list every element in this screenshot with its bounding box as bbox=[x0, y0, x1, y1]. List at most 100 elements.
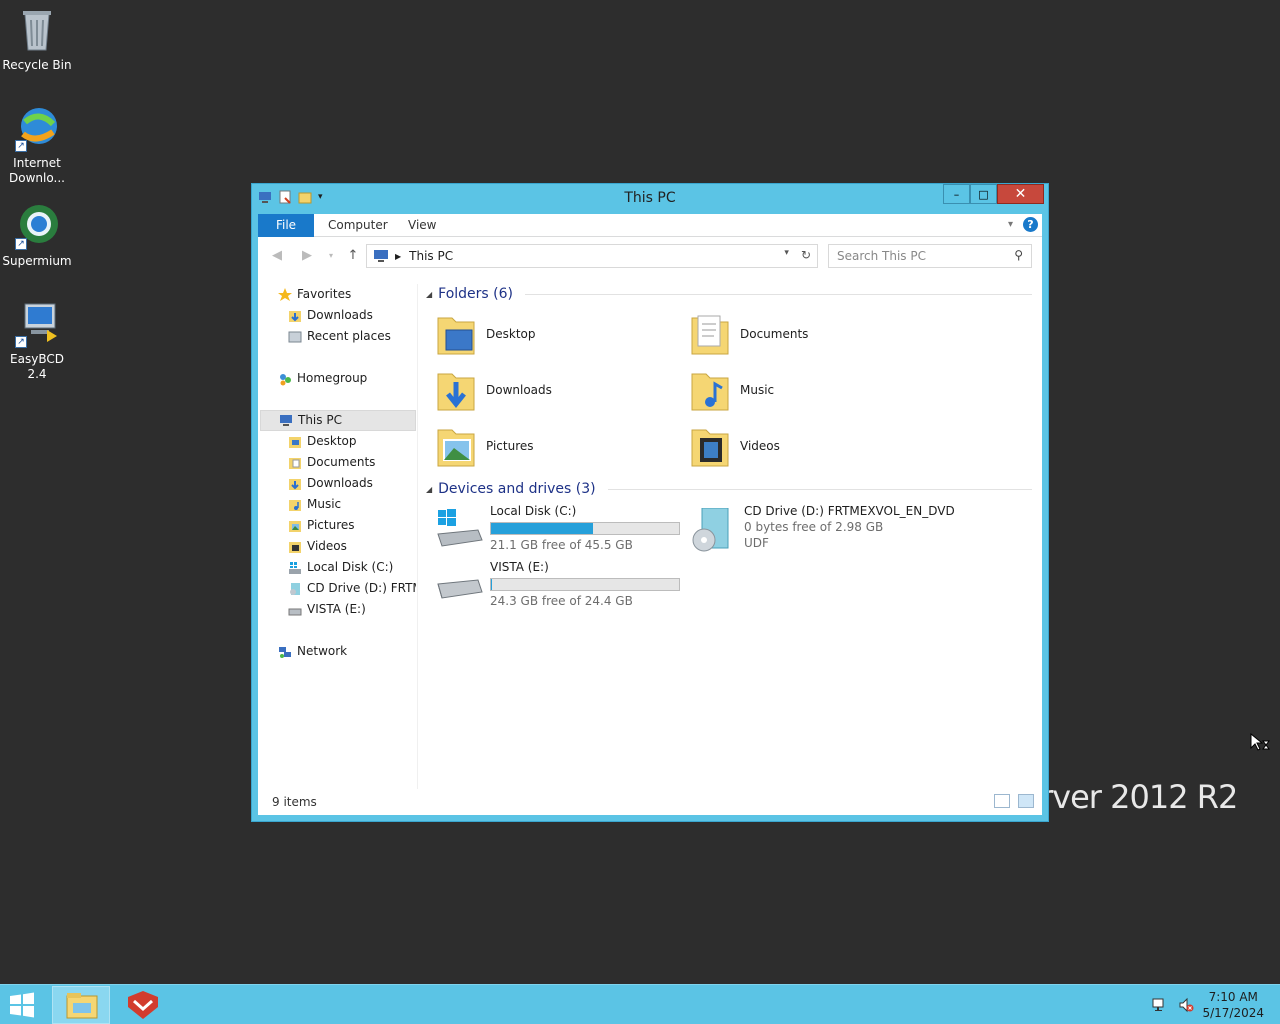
minimize-icon: – bbox=[953, 187, 960, 201]
busy-cursor-icon bbox=[1250, 732, 1270, 753]
nav-favorites-downloads[interactable]: Downloads bbox=[288, 305, 373, 326]
address-bar[interactable]: ▶ This PC ▾ ↻ bbox=[366, 244, 818, 268]
drive-icon bbox=[288, 603, 302, 617]
status-bar: 9 items bbox=[258, 789, 1042, 815]
desktop-icon-recycle-bin[interactable]: Recycle Bin bbox=[0, 6, 74, 73]
shortcut-arrow-icon: ↗ bbox=[15, 336, 27, 348]
desktop-icon-label: EasyBCD 2.4 bbox=[10, 352, 64, 381]
nav-vista-e[interactable]: VISTA (E:) bbox=[288, 599, 366, 620]
nav-local-disk-c[interactable]: Local Disk (C:) bbox=[288, 557, 393, 578]
navigation-bar: ◀ ▶ ▾ ↑ ▶ This PC ▾ ↻ Search This PC ⚲ bbox=[258, 244, 1042, 268]
nav-pictures[interactable]: Pictures bbox=[288, 515, 355, 536]
help-icon[interactable]: ? bbox=[1023, 217, 1038, 232]
folder-pictures[interactable]: Pictures bbox=[434, 420, 684, 472]
documents-folder-icon bbox=[288, 456, 302, 470]
devices-group-header[interactable]: ◢ Devices and drives (3) bbox=[426, 479, 1032, 499]
cd-drive-icon bbox=[688, 507, 738, 552]
clock[interactable]: 7:10 AM 5/17/2024 bbox=[1202, 989, 1264, 1021]
star-icon bbox=[278, 287, 292, 302]
nav-downloads[interactable]: Downloads bbox=[288, 473, 373, 494]
drive-usage-fill bbox=[491, 523, 593, 534]
folder-downloads[interactable]: Downloads bbox=[434, 364, 684, 416]
drive-local-disk-c[interactable]: Local Disk (C:) 21.1 GB free of 45.5 GB bbox=[434, 504, 684, 560]
up-icon[interactable]: ↑ bbox=[344, 247, 362, 265]
minimize-button[interactable]: – bbox=[943, 184, 970, 204]
downloads-folder-icon bbox=[288, 309, 302, 323]
nav-network[interactable]: Network bbox=[278, 641, 347, 662]
pictures-folder-icon bbox=[434, 422, 478, 470]
collapse-triangle-icon[interactable]: ◢ bbox=[426, 485, 432, 494]
desktop-folder-icon bbox=[288, 435, 302, 449]
pictures-folder-icon bbox=[288, 519, 302, 533]
nav-videos[interactable]: Videos bbox=[288, 536, 347, 557]
desktop-icon-internet-download-manager[interactable]: ↗ Internet Downlo... bbox=[0, 104, 74, 186]
this-pc-icon bbox=[279, 414, 293, 428]
clock-date: 5/17/2024 bbox=[1202, 1006, 1264, 1020]
supermium-icon: ↗ bbox=[13, 202, 61, 250]
recent-places-icon bbox=[288, 330, 302, 344]
folders-group-header[interactable]: ◢ Folders (6) bbox=[426, 284, 1032, 304]
folder-documents[interactable]: Documents bbox=[688, 308, 938, 360]
search-icon[interactable]: ⚲ bbox=[1014, 248, 1023, 262]
local-disk-icon bbox=[288, 561, 302, 575]
window-client: File Computer View ▾ ? ◀ ▶ ▾ ↑ ▶ This PC… bbox=[258, 214, 1042, 815]
item-count: 9 items bbox=[272, 795, 317, 809]
recent-locations-icon[interactable]: ▾ bbox=[322, 247, 340, 265]
drive-cd-d[interactable]: CD Drive (D:) FRTMEXVOL_EN_DVD 0 bytes f… bbox=[688, 504, 1028, 560]
file-explorer-icon bbox=[66, 993, 98, 1019]
refresh-icon[interactable]: ↻ bbox=[801, 248, 811, 262]
breadcrumb-this-pc[interactable]: This PC bbox=[409, 249, 453, 263]
tab-view[interactable]: View bbox=[408, 214, 436, 237]
internet-download-manager-icon: ↗ bbox=[13, 104, 61, 152]
taskbar-app[interactable] bbox=[124, 989, 162, 1021]
desktop-icon-easybcd[interactable]: ↗ EasyBCD 2.4 bbox=[0, 300, 74, 382]
folder-music[interactable]: Music bbox=[688, 364, 938, 416]
collapse-triangle-icon[interactable]: ◢ bbox=[426, 290, 432, 299]
videos-folder-icon bbox=[688, 422, 732, 470]
os-watermark: rver 2012 R2 bbox=[1040, 778, 1238, 816]
easybcd-icon: ↗ bbox=[13, 300, 61, 348]
title-bar[interactable]: ▾ This PC – □ ✕ bbox=[252, 184, 1048, 214]
nav-documents[interactable]: Documents bbox=[288, 452, 375, 473]
nav-favorites[interactable]: Favorites bbox=[278, 284, 351, 305]
this-pc-icon bbox=[373, 249, 389, 263]
large-icons-view-icon[interactable] bbox=[1018, 794, 1034, 808]
drive-vista-e[interactable]: VISTA (E:) 24.3 GB free of 24.4 GB bbox=[434, 560, 684, 616]
address-dropdown-icon[interactable]: ▾ bbox=[784, 248, 789, 262]
forward-icon[interactable]: ▶ bbox=[298, 247, 316, 265]
nav-this-pc[interactable]: This PC bbox=[260, 410, 416, 431]
close-icon: ✕ bbox=[1014, 186, 1027, 202]
network-tray-icon[interactable] bbox=[1152, 997, 1168, 1016]
tab-computer[interactable]: Computer bbox=[328, 214, 388, 237]
expand-ribbon-icon[interactable]: ▾ bbox=[1008, 219, 1013, 230]
folder-videos[interactable]: Videos bbox=[688, 420, 938, 472]
app-shield-icon bbox=[128, 991, 158, 1019]
drive-icon bbox=[434, 564, 484, 608]
shortcut-arrow-icon: ↗ bbox=[15, 238, 27, 250]
recycle-bin-icon bbox=[13, 6, 61, 54]
desktop-folder-icon bbox=[434, 310, 478, 358]
drive-usage-bar bbox=[490, 578, 680, 591]
back-icon[interactable]: ◀ bbox=[268, 247, 286, 265]
desktop-icon-supermium[interactable]: ↗ Supermium bbox=[0, 202, 74, 269]
search-input[interactable]: Search This PC bbox=[837, 249, 926, 263]
nav-music[interactable]: Music bbox=[288, 494, 341, 515]
music-folder-icon bbox=[288, 498, 302, 512]
nav-homegroup[interactable]: Homegroup bbox=[278, 368, 367, 389]
start-button[interactable] bbox=[6, 991, 38, 1019]
close-button[interactable]: ✕ bbox=[997, 184, 1044, 204]
details-view-icon[interactable] bbox=[994, 794, 1010, 808]
tab-file[interactable]: File bbox=[258, 214, 314, 237]
breadcrumb-separator-icon[interactable]: ▶ bbox=[395, 252, 401, 261]
taskbar: 7:10 AM 5/17/2024 bbox=[0, 984, 1280, 1024]
maximize-button[interactable]: □ bbox=[970, 184, 997, 204]
documents-folder-icon bbox=[688, 310, 732, 358]
folder-desktop[interactable]: Desktop bbox=[434, 308, 684, 360]
nav-recent-places[interactable]: Recent places bbox=[288, 326, 391, 347]
search-box[interactable]: Search This PC ⚲ bbox=[828, 244, 1032, 268]
volume-muted-icon[interactable] bbox=[1178, 997, 1194, 1016]
taskbar-file-explorer[interactable] bbox=[52, 986, 110, 1024]
nav-cd-drive-d[interactable]: CD Drive (D:) FRTME bbox=[288, 578, 416, 599]
nav-desktop[interactable]: Desktop bbox=[288, 431, 357, 452]
clock-time: 7:10 AM bbox=[1208, 990, 1258, 1004]
